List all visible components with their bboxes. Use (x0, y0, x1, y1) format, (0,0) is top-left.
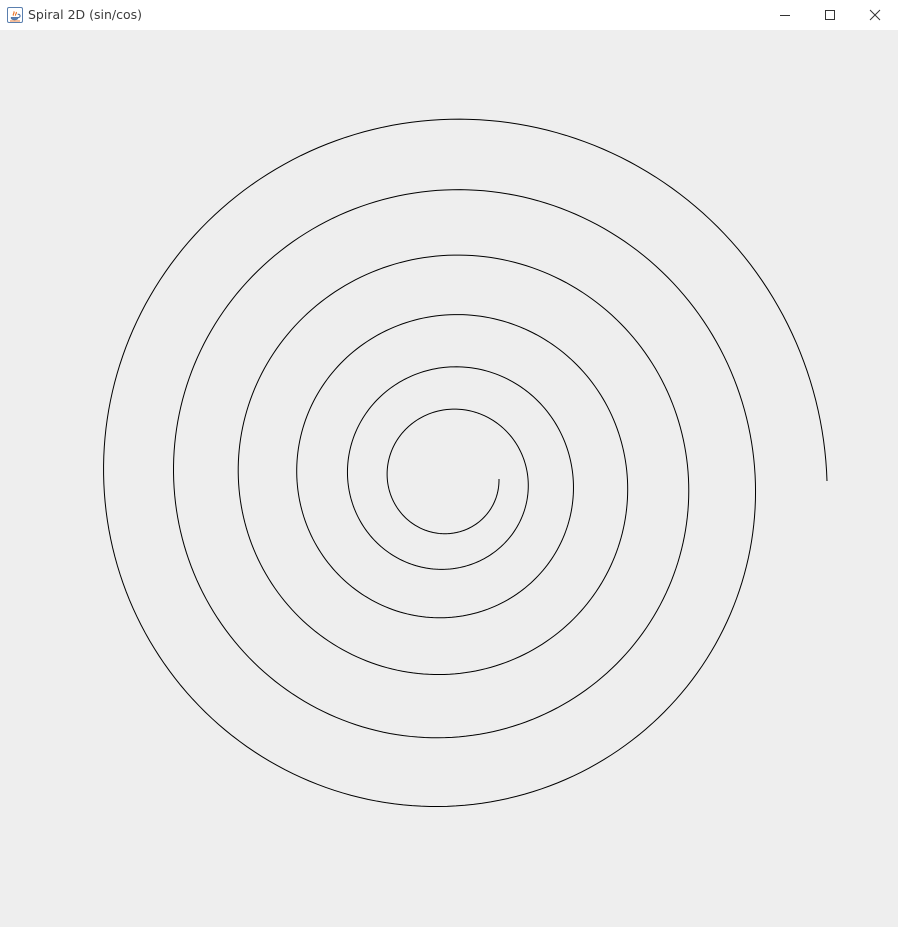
maximize-button[interactable] (807, 0, 853, 30)
app-window: Spiral 2D (sin/cos) (0, 0, 898, 927)
close-icon (869, 9, 881, 21)
window-title: Spiral 2D (sin/cos) (28, 7, 143, 22)
close-button[interactable] (852, 0, 898, 30)
maximize-icon (825, 10, 835, 20)
minimize-button[interactable] (762, 0, 808, 30)
minimize-icon (780, 15, 790, 16)
drawing-canvas[interactable] (0, 30, 898, 927)
java-icon[interactable] (7, 7, 23, 23)
spiral-drawing (103, 118, 828, 808)
title-bar[interactable]: Spiral 2D (sin/cos) (0, 0, 898, 30)
spiral-curve (103, 118, 828, 808)
